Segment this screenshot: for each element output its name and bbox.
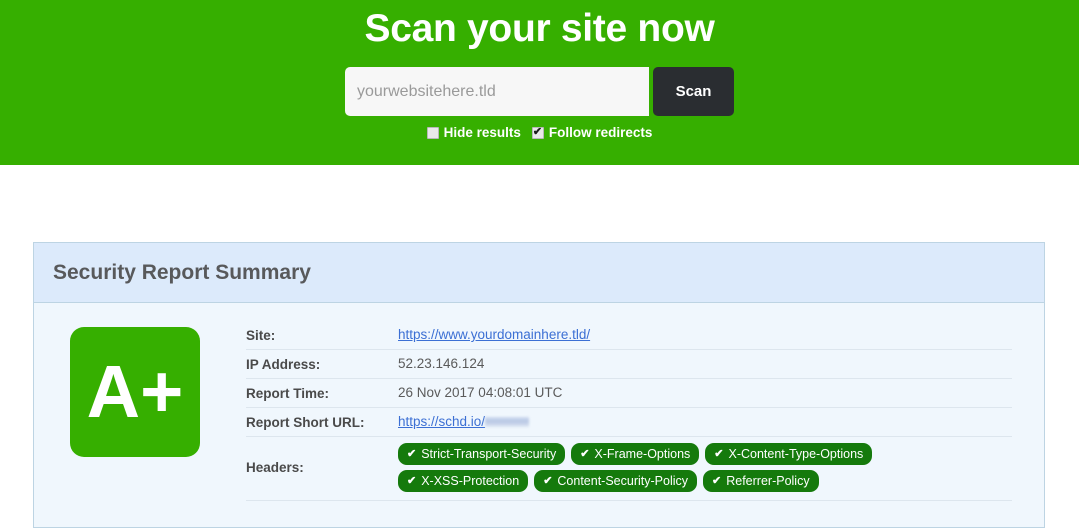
- check-icon: ✔: [714, 448, 724, 460]
- badge-label: X-Frame-Options: [594, 447, 691, 461]
- table-row-headers: Headers: ✔ Strict-Transport-Security ✔ X…: [246, 437, 1012, 501]
- report-details-table: Site: https://www.yourdomainhere.tld/ IP…: [246, 321, 1012, 501]
- hide-results-label: Hide results: [443, 125, 521, 140]
- row-label-headers: Headers:: [246, 459, 304, 475]
- site-link[interactable]: https://www.yourdomainhere.tld/: [398, 327, 590, 342]
- table-row: Report Time: 26 Nov 2017 04:08:01 UTC: [246, 379, 1012, 408]
- badge-label: X-Content-Type-Options: [728, 447, 864, 461]
- badge-label: Content-Security-Policy: [557, 474, 689, 488]
- grade-badge: A+: [70, 327, 200, 457]
- card-body: A+ Site: https://www.yourdomainhere.tld/…: [34, 303, 1044, 527]
- option-follow-redirects[interactable]: Follow redirects: [531, 125, 653, 140]
- scan-options: Hide results Follow redirects: [0, 125, 1079, 140]
- check-icon: ✔: [580, 448, 590, 460]
- security-report-card: Security Report Summary A+ Site: https:/…: [33, 242, 1045, 528]
- table-row: Site: https://www.yourdomainhere.tld/: [246, 321, 1012, 350]
- row-value-site: https://www.yourdomainhere.tld/: [398, 326, 1012, 344]
- follow-redirects-checkbox[interactable]: [531, 125, 544, 139]
- report-short-url-link[interactable]: https://schd.io/: [398, 414, 485, 429]
- row-label-report-time: Report Time:: [246, 386, 330, 401]
- status-badge: ✔ Strict-Transport-Security: [398, 443, 566, 465]
- table-row: IP Address: 52.23.146.124: [246, 350, 1012, 379]
- page-title: Scan your site now: [364, 7, 715, 50]
- check-icon: ✔: [407, 448, 417, 460]
- scan-button[interactable]: Scan: [653, 67, 734, 116]
- row-label-ip-address: IP Address:: [246, 357, 321, 372]
- status-badge: ✔ X-Content-Type-Options: [705, 443, 873, 465]
- badge-label: Strict-Transport-Security: [421, 447, 557, 461]
- status-badge: ✔ X-Frame-Options: [571, 443, 700, 465]
- option-hide-results[interactable]: Hide results: [426, 125, 521, 140]
- check-icon: ✔: [712, 475, 722, 487]
- status-badge: ✔ Content-Security-Policy: [534, 470, 698, 492]
- table-row: Report Short URL: https://schd.io/: [246, 408, 1012, 437]
- check-icon: ✔: [407, 475, 417, 487]
- row-label-report-short-url: Report Short URL:: [246, 415, 365, 430]
- row-value-headers: ✔ Strict-Transport-Security ✔ X-Frame-Op…: [398, 443, 1012, 492]
- site-url-input[interactable]: [345, 67, 649, 116]
- card-header: Security Report Summary: [34, 243, 1044, 303]
- row-label-site: Site:: [246, 328, 276, 343]
- security-header-badges: ✔ Strict-Transport-Security ✔ X-Frame-Op…: [398, 443, 978, 492]
- follow-redirects-label: Follow redirects: [548, 125, 653, 140]
- badge-label: Referrer-Policy: [726, 474, 810, 488]
- row-value-report-time: 26 Nov 2017 04:08:01 UTC: [398, 385, 563, 400]
- hero-banner: Scan your site now Scan Hide results Fol…: [0, 0, 1079, 165]
- status-badge: ✔ Referrer-Policy: [703, 470, 819, 492]
- badge-label: X-XSS-Protection: [421, 474, 520, 488]
- check-icon: ✔: [543, 475, 553, 487]
- status-badge: ✔ X-XSS-Protection: [398, 470, 529, 492]
- redacted-url-block: [485, 417, 530, 427]
- hide-results-checkbox[interactable]: [426, 126, 439, 139]
- row-value-report-short-url: https://schd.io/: [398, 413, 1012, 431]
- card-title: Security Report Summary: [53, 260, 311, 284]
- row-value-ip-address: 52.23.146.124: [398, 356, 485, 371]
- scan-form: Scan: [0, 67, 1079, 116]
